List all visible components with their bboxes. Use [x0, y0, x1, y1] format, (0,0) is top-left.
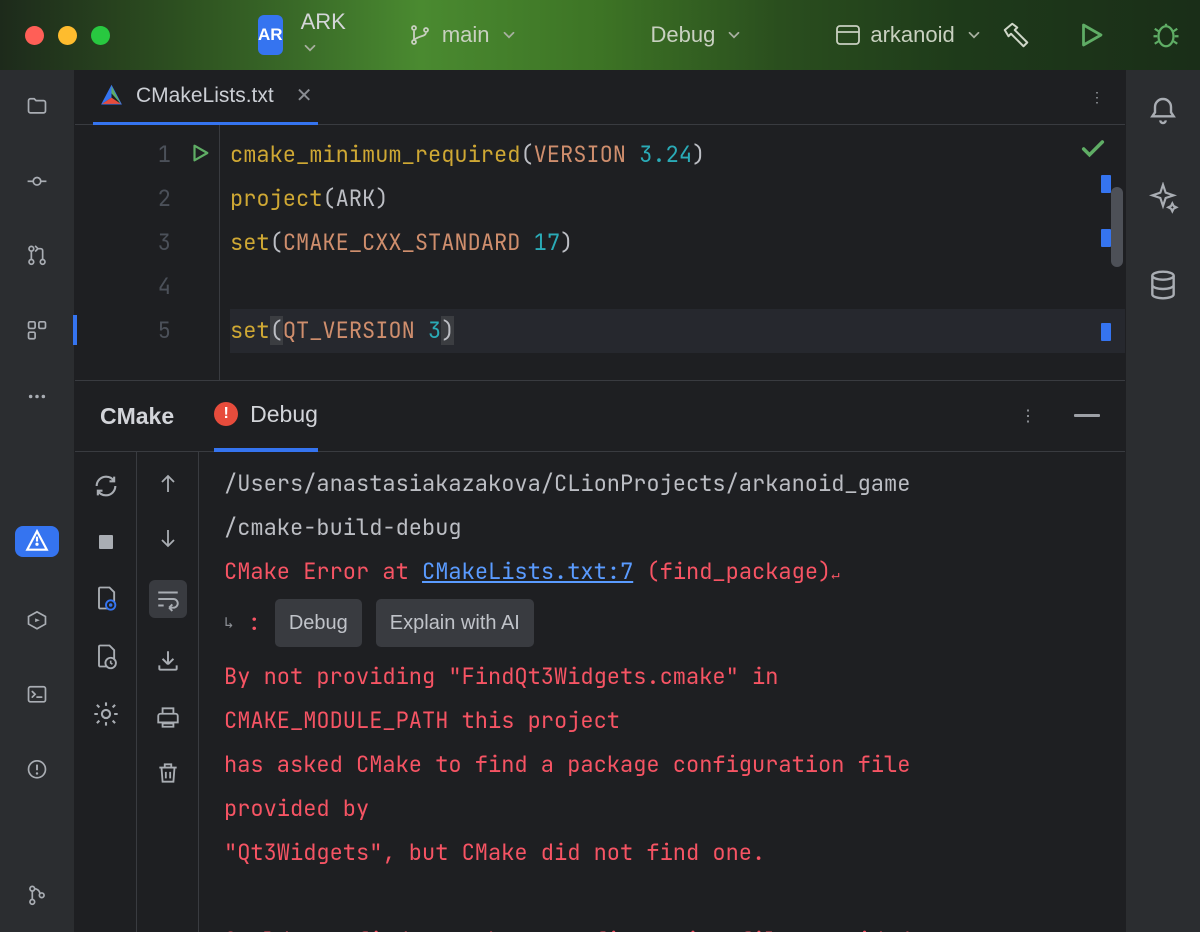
cmake-tool-active[interactable]: [15, 526, 59, 557]
editor: CMakeLists.txt ✕ ⋮ 1 2 3 4 5 cmake_minim…: [75, 70, 1125, 380]
tab-label: CMakeLists.txt: [136, 84, 274, 108]
cmake-tools-col1: [75, 452, 137, 932]
target-dropdown[interactable]: arkanoid: [836, 22, 982, 48]
code-line[interactable]: set(CMAKE_CXX_STANDARD 17): [230, 221, 1125, 265]
structure-icon[interactable]: [21, 319, 53, 342]
tab-menu-icon[interactable]: ⋮: [1090, 89, 1107, 106]
gutter: 1 2 3 4 5: [75, 125, 220, 380]
line-number: 4: [158, 272, 171, 301]
code-line[interactable]: [230, 265, 1125, 309]
line-number: 5: [158, 316, 171, 345]
code-line[interactable]: cmake_minimum_required(VERSION 3.24): [230, 133, 1125, 177]
notifications-bell-icon[interactable]: [1147, 95, 1179, 127]
application-icon: [836, 25, 860, 45]
config-label: Debug: [651, 22, 716, 48]
cmake-tools-col2: [137, 452, 199, 932]
trash-icon[interactable]: [155, 760, 181, 786]
right-sidebar: [1125, 70, 1200, 932]
chevron-down-icon: [500, 26, 518, 44]
branch-label: main: [442, 22, 490, 48]
cmake-console[interactable]: /Users/anastasiakazakova/CLionProjects/a…: [199, 452, 1125, 932]
more-icon[interactable]: [23, 393, 51, 400]
build-hammer-icon[interactable]: [1001, 20, 1031, 50]
project-folder-icon[interactable]: [21, 95, 53, 118]
cmake-settings-file-icon[interactable]: [92, 584, 120, 612]
chevron-down-icon: [965, 26, 983, 44]
run-icon[interactable]: [1076, 20, 1106, 50]
analysis-ok-icon[interactable]: [1079, 135, 1107, 163]
target-label: arkanoid: [870, 22, 954, 48]
ai-sparkle-icon[interactable]: [1147, 182, 1179, 214]
left-sidebar: [0, 70, 75, 932]
config-dropdown[interactable]: Debug: [651, 22, 744, 48]
line-number: 2: [158, 184, 171, 213]
print-icon[interactable]: [155, 704, 181, 730]
panel-tab-debug-label: Debug: [250, 401, 318, 428]
terminal-icon[interactable]: [21, 683, 53, 706]
maximize-window-button[interactable]: [91, 26, 110, 45]
title-bar: AR ARK main Debug arkanoid: [0, 0, 1200, 70]
reload-icon[interactable]: [92, 472, 120, 500]
panel-body: /Users/anastasiakazakova/CLionProjects/a…: [75, 452, 1125, 932]
debug-bug-icon[interactable]: [1151, 20, 1181, 50]
panel-tab-cmake[interactable]: CMake: [100, 403, 174, 430]
marks-track: [1101, 175, 1111, 341]
branch-icon: [408, 23, 432, 47]
hint-debug[interactable]: Debug: [275, 599, 362, 647]
settings-gear-icon[interactable]: [92, 700, 120, 728]
scroll-down-icon[interactable]: [156, 526, 180, 550]
database-icon[interactable]: [1147, 269, 1179, 301]
line-number: 1: [158, 140, 171, 169]
close-tab-icon[interactable]: ✕: [296, 83, 313, 108]
scroll-up-icon[interactable]: [156, 472, 180, 496]
project-name-dropdown[interactable]: ARK: [301, 9, 350, 61]
panel-tabs: CMake ! Debug ⋮: [75, 380, 1125, 452]
file-tab-cmakelists[interactable]: CMakeLists.txt ✕: [93, 70, 318, 125]
pull-request-icon[interactable]: [21, 244, 53, 267]
panel-menu-icon[interactable]: ⋮: [1020, 406, 1039, 426]
code-content[interactable]: cmake_minimum_required(VERSION 3.24)proj…: [220, 125, 1125, 380]
run-line-icon[interactable]: [189, 142, 211, 164]
chevron-down-icon: [301, 35, 319, 60]
window-controls: [25, 26, 110, 45]
export-icon[interactable]: [155, 648, 181, 674]
code-area[interactable]: 1 2 3 4 5 cmake_minimum_required(VERSION…: [75, 125, 1125, 380]
line-number: 3: [158, 228, 171, 257]
project-name-label: ARK: [301, 9, 346, 34]
commit-icon[interactable]: [21, 170, 53, 193]
error-link[interactable]: CMakeLists.txt:7: [422, 557, 633, 586]
close-window-button[interactable]: [25, 26, 44, 45]
code-line[interactable]: project(ARK): [230, 177, 1125, 221]
history-file-icon[interactable]: [92, 642, 120, 670]
cmake-file-icon: [99, 83, 124, 108]
change-marker: [73, 315, 77, 345]
minimize-window-button[interactable]: [58, 26, 77, 45]
editor-tabs: CMakeLists.txt ✕ ⋮: [75, 70, 1125, 125]
branch-dropdown[interactable]: main: [408, 22, 518, 48]
cmake-panel: CMake ! Debug ⋮ /Users/anastasia: [75, 380, 1125, 932]
toolbar-actions: [1001, 20, 1181, 50]
panel-tab-debug[interactable]: ! Debug: [214, 380, 318, 452]
vcs-icon[interactable]: [21, 884, 53, 907]
project-badge[interactable]: AR: [258, 15, 283, 55]
hint-explain-ai[interactable]: Explain with AI: [376, 599, 534, 647]
error-badge-icon: !: [214, 402, 238, 426]
stop-icon[interactable]: [94, 530, 118, 554]
minimize-panel-icon[interactable]: [1074, 414, 1100, 418]
cmake-triangle-icon: [24, 528, 50, 554]
code-line[interactable]: set(QT_VERSION 3): [230, 309, 1125, 353]
chevron-down-icon: [725, 26, 743, 44]
soft-wrap-icon[interactable]: [149, 580, 187, 618]
services-icon[interactable]: [21, 609, 53, 632]
scrollbar-thumb[interactable]: [1111, 187, 1123, 267]
problems-icon[interactable]: [21, 758, 53, 781]
